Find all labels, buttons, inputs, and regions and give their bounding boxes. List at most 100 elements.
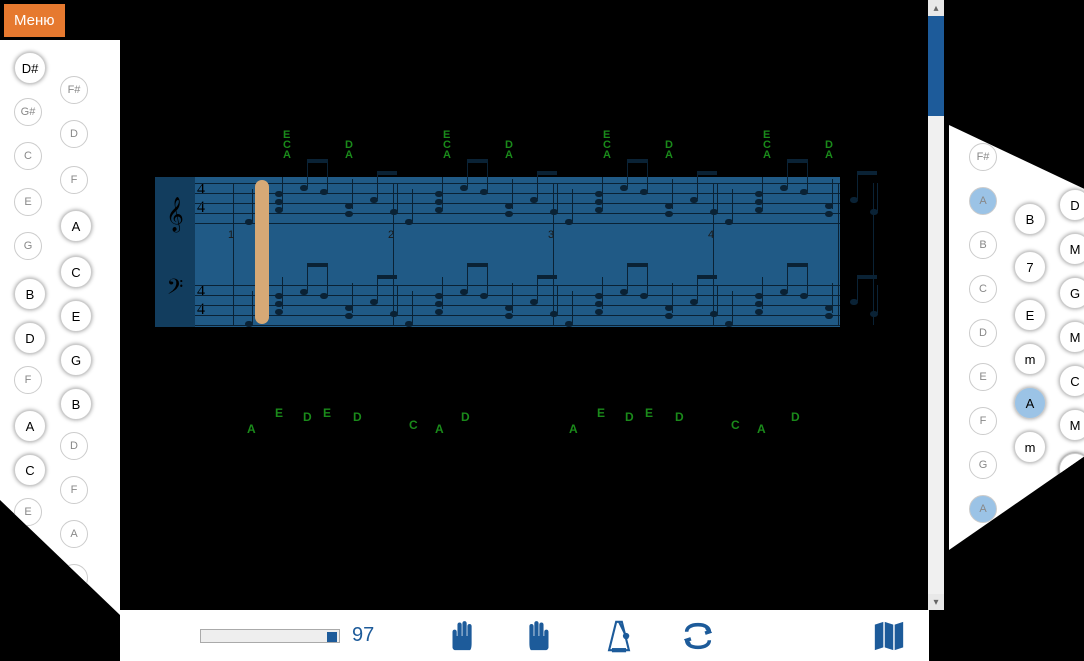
right-chord-b-3[interactable]: B [1014, 203, 1046, 235]
note-stem [627, 159, 628, 187]
left-note-gsharp-2[interactable]: G# [14, 98, 42, 126]
progress-bar[interactable] [200, 629, 340, 643]
note-stem [557, 285, 558, 313]
staff-line [195, 213, 840, 214]
right-chord-c-8[interactable]: C [969, 275, 997, 303]
seq-note: A [757, 422, 766, 436]
left-note-d-12[interactable]: D [14, 322, 46, 354]
right-hand-icon[interactable] [523, 619, 557, 653]
staff-block[interactable]: 𝄞 𝄢 4 4 4 4 1234 [155, 177, 840, 327]
map-icon[interactable] [869, 619, 909, 653]
right-chord-c-16[interactable]: C [1059, 365, 1084, 397]
scroll-up-arrow[interactable]: ▴ [928, 0, 944, 16]
chord-label: E C A [603, 130, 611, 160]
note-beam [537, 275, 557, 279]
seq-note: A [569, 422, 578, 436]
right-chord-f#-0[interactable]: F# [969, 143, 997, 171]
note-head [275, 309, 283, 315]
staff-line [195, 203, 840, 204]
left-note-c-4[interactable]: C [14, 142, 42, 170]
left-note-f-14[interactable]: F [14, 366, 42, 394]
right-chord-a-22[interactable]: A [969, 495, 997, 523]
left-note-f-19[interactable]: F [60, 476, 88, 504]
bass-staff [195, 285, 840, 327]
note-beam [307, 263, 327, 267]
right-chord-d-4[interactable]: D [1059, 189, 1084, 221]
vertical-scrollbar[interactable]: ▴ ▾ [928, 0, 944, 610]
note-stem [627, 263, 628, 291]
right-chord-d-11[interactable]: D [969, 319, 997, 347]
score-area: E C AD AE C AD AE C AD AE C AD A 𝄞 𝄢 4 4… [120, 0, 929, 610]
right-chord-7-1[interactable]: 7 [1059, 145, 1084, 177]
right-chord-7-6[interactable]: 7 [1014, 251, 1046, 283]
note-stem [572, 189, 573, 221]
left-note-e-20[interactable]: E [14, 498, 42, 526]
right-chord-e-9[interactable]: E [1014, 299, 1046, 331]
note-stem [512, 283, 513, 313]
metronome-icon[interactable] [602, 619, 636, 653]
left-note-g-8[interactable]: G [14, 232, 42, 260]
note-stem [807, 263, 808, 295]
treble-clef: 𝄞 [166, 198, 184, 232]
note-stem [467, 263, 468, 291]
right-chord-e-14[interactable]: E [969, 363, 997, 391]
bass-clef: 𝄢 [167, 275, 184, 306]
left-note-c-18[interactable]: C [14, 454, 46, 486]
note-stem [377, 171, 378, 199]
note-stem [857, 171, 858, 199]
left-note-g-13[interactable]: G [60, 344, 92, 376]
right-chord-panel: F#7ABDB7MCEGDmMEACFmMGDAF [949, 125, 1084, 550]
left-note-panel: D#F#G#DCFEAGCBEDGFBADCFEAGCB [0, 40, 120, 615]
note-beam [627, 159, 647, 163]
right-chord-m-13[interactable]: M [1059, 321, 1084, 353]
left-note-e-6[interactable]: E [14, 188, 42, 216]
note-stem [557, 183, 558, 211]
note-beam [537, 171, 557, 175]
note-stem [832, 283, 833, 313]
right-chord-g-20[interactable]: G [969, 451, 997, 479]
note-stem [282, 177, 283, 209]
left-note-e-11[interactable]: E [60, 300, 92, 332]
scroll-down-arrow[interactable]: ▾ [928, 594, 944, 610]
left-hand-icon[interactable] [444, 619, 478, 653]
right-chord-f-23[interactable]: F [1059, 453, 1084, 485]
left-note-d-17[interactable]: D [60, 432, 88, 460]
left-note-c-23[interactable]: C [60, 564, 88, 592]
left-note-c-9[interactable]: C [60, 256, 92, 288]
note-stem [307, 159, 308, 187]
left-note-d-3[interactable]: D [60, 120, 88, 148]
right-chord-b-5[interactable]: B [969, 231, 997, 259]
note-stem [732, 291, 733, 323]
note-stem [602, 177, 603, 209]
right-chord-f-17[interactable]: F [969, 407, 997, 435]
note-stem [252, 189, 253, 221]
right-chord-m-7[interactable]: M [1059, 233, 1084, 265]
right-chord-g-10[interactable]: G [1059, 277, 1084, 309]
note-stem [252, 291, 253, 323]
note-stem [697, 171, 698, 199]
note-stem [512, 179, 513, 209]
left-note-b-10[interactable]: B [14, 278, 46, 310]
seq-note: D [675, 410, 684, 424]
left-note-a-7[interactable]: A [60, 210, 92, 242]
right-chord-m-18[interactable]: m [1014, 431, 1046, 463]
left-note-a-21[interactable]: A [60, 520, 88, 548]
right-chord-m-12[interactable]: m [1014, 343, 1046, 375]
left-note-dsharp-0[interactable]: D# [14, 52, 46, 84]
note-head [825, 211, 833, 217]
left-note-a-16[interactable]: A [14, 410, 46, 442]
left-note-b-15[interactable]: B [60, 388, 92, 420]
scrollbar-thumb[interactable] [928, 16, 944, 116]
note-head [505, 313, 513, 319]
left-note-f-5[interactable]: F [60, 166, 88, 194]
left-note-g-22[interactable]: G [14, 542, 42, 570]
right-chord-m-19[interactable]: M [1059, 409, 1084, 441]
menu-button[interactable]: Меню [4, 4, 65, 37]
right-chord-a-15[interactable]: A [1014, 387, 1046, 419]
left-note-b-24[interactable]: B [14, 586, 46, 618]
playback-cursor[interactable] [255, 180, 269, 324]
right-chord-a-2[interactable]: A [969, 187, 997, 215]
loop-icon[interactable] [681, 619, 715, 653]
left-note-fsharp-1[interactable]: F# [60, 76, 88, 104]
tempo-value[interactable]: 97 [352, 624, 374, 647]
